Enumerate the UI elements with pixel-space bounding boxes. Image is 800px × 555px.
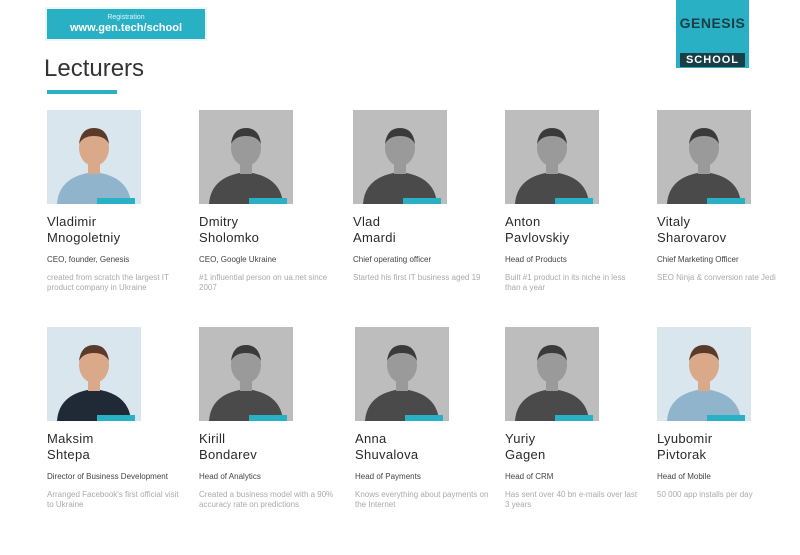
- photo-accent-bar: [555, 198, 593, 204]
- lecturer-photo: [505, 327, 599, 421]
- lecturer-role: Chief operating officer: [353, 255, 432, 264]
- photo-accent-bar: [405, 415, 443, 421]
- portrait-silhouette: [657, 110, 751, 204]
- lecturer-name: Lyubomir Pivtorak: [657, 431, 713, 462]
- lecturer-photo: [657, 327, 751, 421]
- lecturer-role: Chief Marketing Officer: [657, 255, 739, 264]
- lecturer-name: Anton Pavlovskiy: [505, 214, 570, 245]
- lecturer-card: Vladimir Mnogoletniy CEO, founder, Genesi…: [47, 110, 187, 293]
- registration-url[interactable]: www.gen.tech/school: [47, 22, 205, 35]
- lecturer-description: Knows everything about payments on the I…: [355, 490, 489, 509]
- lecturer-description: Started his first IT business aged 19: [353, 273, 481, 282]
- lecturer-photo: [47, 110, 141, 204]
- lecturer-description: created from scratch the largest IT prod…: [47, 273, 169, 292]
- lecturer-card: Vitaly Sharovarov Chief Marketing Officer…: [657, 110, 797, 283]
- lecturer-role: Head of Analytics: [199, 472, 261, 481]
- portrait-silhouette: [47, 110, 141, 204]
- lecturer-description: 50 000 app installs per day: [657, 490, 753, 499]
- lecturer-name: Maksim Shtepa: [47, 431, 94, 462]
- photo-accent-bar: [707, 198, 745, 204]
- lecturer-role: CEO, Google Ukraine: [199, 255, 277, 264]
- page-title: Lecturers: [44, 55, 145, 82]
- lecturer-role: Director of Business Development: [47, 472, 168, 481]
- lecturer-card: Anna Shuvalova Head of Payments Knows eve…: [355, 327, 495, 510]
- lecturer-photo: [505, 110, 599, 204]
- photo-accent-bar: [555, 415, 593, 421]
- lecturer-description: Arranged Facebook's first official visit…: [47, 490, 179, 509]
- lecturer-photo: [657, 110, 751, 204]
- lecturer-photo: [355, 327, 449, 421]
- lecturer-card: Lyubomir Pivtorak Head of Mobile 50 000 a…: [657, 327, 797, 500]
- logo-genesis-text: GENESIS: [679, 15, 746, 31]
- portrait-silhouette: [657, 327, 751, 421]
- lecturer-name: Vlad Amardi: [353, 214, 396, 245]
- photo-accent-bar: [249, 198, 287, 204]
- lecturer-photo: [353, 110, 447, 204]
- lecturer-photo: [199, 327, 293, 421]
- lecturer-name: Anna Shuvalova: [355, 431, 419, 462]
- lecturer-photo: [47, 327, 141, 421]
- lecturer-role: Head of Products: [505, 255, 567, 264]
- lecturer-name: Kirill Bondarev: [199, 431, 258, 462]
- lecturer-name: Vladimir Mnogoletniy: [47, 214, 121, 245]
- logo-school-text: SCHOOL: [679, 53, 746, 67]
- lecturer-description: #1 influential person on ua.net since 20…: [199, 273, 328, 292]
- lecturer-card: Maksim Shtepa Director of Business Develo…: [47, 327, 187, 510]
- lecturer-description: SEO Ninja & conversion rate Jedi: [657, 273, 776, 282]
- lecturer-card: Dmitry Sholomko CEO, Google Ukraine #1 in…: [199, 110, 339, 293]
- lecturer-name: Vitaly Sharovarov: [657, 214, 727, 245]
- title-underline: [47, 90, 117, 94]
- photo-accent-bar: [249, 415, 287, 421]
- lecturer-description: Created a business model with a 90% accu…: [199, 490, 334, 509]
- portrait-silhouette: [199, 110, 293, 204]
- lecturer-card: Yuriy Gagen Head of CRM Has sent over 40 …: [505, 327, 645, 510]
- registration-label: Registration: [107, 14, 145, 21]
- portrait-silhouette: [199, 327, 293, 421]
- portrait-silhouette: [505, 327, 599, 421]
- lecturer-description: Built #1 product in its niche in less th…: [505, 273, 626, 292]
- lecturer-photo: [199, 110, 293, 204]
- lecturer-card: Kirill Bondarev Head of Analytics Created…: [199, 327, 339, 510]
- lecturer-role: Head of CRM: [505, 472, 554, 481]
- portrait-silhouette: [505, 110, 599, 204]
- photo-accent-bar: [707, 415, 745, 421]
- lecturer-name: Dmitry Sholomko: [199, 214, 260, 245]
- lecturer-card: Vlad Amardi Chief operating officer Start…: [353, 110, 493, 283]
- lecturer-description: Has sent over 40 bn e-mails over last 3 …: [505, 490, 638, 509]
- photo-accent-bar: [97, 415, 135, 421]
- portrait-silhouette: [353, 110, 447, 204]
- lecturer-name: Yuriy Gagen: [505, 431, 546, 462]
- lecturer-role: Head of Mobile: [657, 472, 711, 481]
- photo-accent-bar: [97, 198, 135, 204]
- registration-badge[interactable]: Registration www.gen.tech/school: [47, 9, 205, 39]
- lecturer-role: Head of Payments: [355, 472, 421, 481]
- portrait-silhouette: [47, 327, 141, 421]
- lecturer-role: CEO, founder, Genesis: [47, 255, 130, 264]
- genesis-school-logo: GENESIS SCHOOL: [676, 0, 749, 68]
- portrait-silhouette: [355, 327, 449, 421]
- photo-accent-bar: [403, 198, 441, 204]
- lecturer-card: Anton Pavlovskiy Head of Products Built #…: [505, 110, 645, 293]
